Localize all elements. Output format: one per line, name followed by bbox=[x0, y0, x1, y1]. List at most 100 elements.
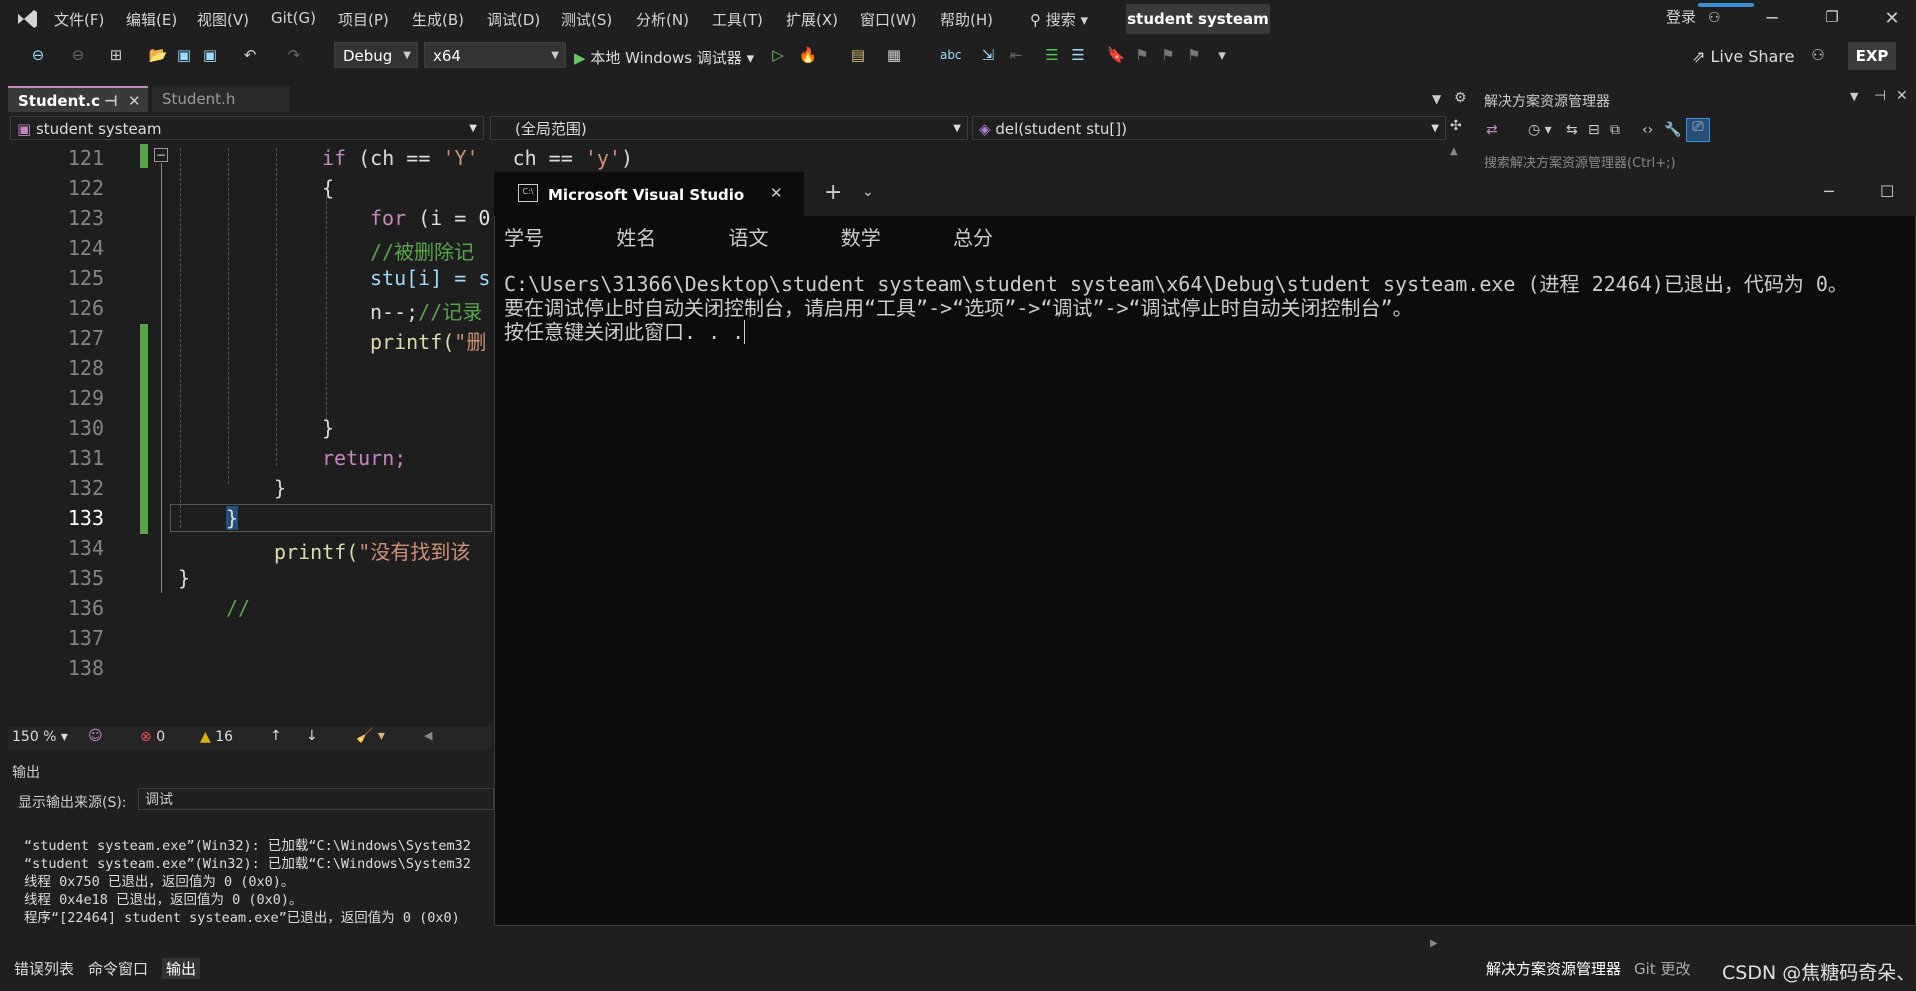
arrow-down-icon[interactable]: ↓ bbox=[306, 728, 318, 744]
forward-icon[interactable]: ⊖ bbox=[68, 46, 88, 64]
redo-icon[interactable]: ↷ bbox=[284, 46, 304, 64]
settings-icon[interactable]: ⚙ bbox=[1454, 90, 1467, 106]
scroll-up-icon[interactable]: ▲ bbox=[1450, 146, 1458, 157]
menu-help[interactable]: 帮助(H) bbox=[940, 9, 993, 30]
dropdown-icon[interactable]: ⌄ bbox=[862, 184, 874, 200]
close-tab-icon[interactable]: ✕ bbox=[128, 88, 141, 114]
browse-icon[interactable]: ▤ bbox=[848, 46, 868, 64]
menu-build[interactable]: 生成(B) bbox=[412, 9, 464, 30]
minimize-icon[interactable]: ─ bbox=[1824, 182, 1834, 201]
clear-bookmarks-icon[interactable]: ⚑ bbox=[1184, 46, 1204, 64]
console-tab[interactable]: C:\ Microsoft Visual Studio 调试控 ✕ bbox=[494, 172, 804, 216]
history-icon[interactable]: ◷ ▾ bbox=[1528, 122, 1552, 138]
menu-tools[interactable]: 工具(T) bbox=[712, 9, 763, 30]
line-number: 126 bbox=[67, 296, 104, 320]
menu-debug[interactable]: 调试(D) bbox=[487, 9, 540, 30]
menu-analyze[interactable]: 分析(N) bbox=[636, 9, 689, 30]
bookmark-icon[interactable]: 🔖 bbox=[1106, 46, 1126, 64]
step-icon[interactable]: ⇲ bbox=[978, 46, 998, 64]
menu-project[interactable]: 项目(P) bbox=[338, 9, 389, 30]
close-icon[interactable]: ✕ bbox=[1872, 8, 1912, 29]
warnings-indicator[interactable]: ▲ 16 bbox=[200, 729, 233, 745]
properties-icon[interactable]: 🔧 bbox=[1664, 122, 1681, 138]
function-dropdown[interactable]: ◈ del(student stu[]) ▼ bbox=[972, 116, 1446, 140]
account-icon[interactable]: ⚇ bbox=[1708, 10, 1721, 26]
live-share-button[interactable]: ⇗ Live Share bbox=[1692, 47, 1794, 66]
undo-icon[interactable]: ↶ bbox=[240, 46, 260, 64]
tab-solution-explorer[interactable]: 解决方案资源管理器 bbox=[1486, 958, 1621, 979]
restore-icon[interactable]: ❐ bbox=[1812, 8, 1852, 26]
menu-file[interactable]: 文件(F) bbox=[54, 9, 104, 30]
refresh-icon[interactable]: ⇆ bbox=[1566, 122, 1578, 138]
close-tab-icon[interactable]: ✕ bbox=[770, 184, 783, 202]
tab-output[interactable]: 输出 bbox=[162, 958, 201, 979]
function-icon: ◈ bbox=[979, 120, 996, 138]
config-dropdown[interactable]: Debug ▼ bbox=[334, 42, 418, 68]
start-without-debug-icon[interactable]: ▷ bbox=[768, 46, 788, 64]
tab-git-changes[interactable]: Git 更改 bbox=[1634, 958, 1690, 979]
menu-extensions[interactable]: 扩展(X) bbox=[786, 9, 838, 30]
scope-dropdown[interactable]: (全局范围) ▼ bbox=[490, 116, 968, 140]
search-button[interactable]: ⚲ 搜索 ▾ bbox=[1030, 9, 1088, 30]
code-line-126: n--;//记录 bbox=[370, 300, 483, 324]
pin-icon[interactable]: ⊣ bbox=[1874, 88, 1886, 104]
zoom-dropdown[interactable]: 150 % ▾ bbox=[12, 729, 68, 745]
step-over-icon[interactable]: ⇤ bbox=[1006, 46, 1026, 64]
preview-icon[interactable]: ⎚ bbox=[1686, 118, 1710, 142]
pin-icon[interactable]: ⊣ bbox=[104, 88, 118, 114]
back-icon[interactable]: ⊖ bbox=[28, 46, 48, 64]
exp-button[interactable]: EXP bbox=[1848, 42, 1896, 70]
tab-command-window[interactable]: 命令窗口 bbox=[88, 958, 148, 979]
open-folder-icon[interactable]: 📂 bbox=[148, 46, 168, 64]
scroll-right-icon[interactable]: ▶ bbox=[1430, 938, 1438, 949]
split-icon[interactable]: ✣ bbox=[1450, 118, 1462, 134]
menu-git[interactable]: Git(G) bbox=[271, 9, 316, 27]
indent-icon[interactable]: ☰ bbox=[1042, 46, 1062, 64]
scroll-left-icon[interactable]: ◀ bbox=[424, 729, 432, 742]
search-label: 搜索 bbox=[1045, 11, 1076, 29]
console-prompt-text: 按任意键关闭此窗口. . . bbox=[504, 320, 745, 344]
prev-bookmark-icon[interactable]: ⚑ bbox=[1132, 46, 1152, 64]
new-project-icon[interactable]: ⊞ bbox=[106, 46, 126, 64]
minimize-icon[interactable]: ─ bbox=[1752, 8, 1792, 29]
show-all-icon[interactable]: ⧉ bbox=[1610, 122, 1620, 138]
project-dropdown[interactable]: ▣ student systeam ▼ bbox=[10, 116, 484, 140]
tab-student-c[interactable]: Student.c ⊣ ✕ bbox=[8, 86, 148, 112]
cleanup-icon[interactable]: 🧹 ▾ bbox=[356, 728, 385, 744]
feedback-icon[interactable]: ⚇ bbox=[1808, 46, 1828, 64]
tab-error-list[interactable]: 错误列表 bbox=[14, 958, 74, 979]
hot-reload-icon[interactable]: 🔥 bbox=[798, 46, 818, 64]
next-bookmark-icon[interactable]: ⚑ bbox=[1158, 46, 1178, 64]
sync-icon[interactable]: ⇄ bbox=[1486, 122, 1498, 138]
menu-view[interactable]: 视图(V) bbox=[197, 9, 249, 30]
solution-search-input[interactable]: 搜索解决方案资源管理器(Ctrl+;) bbox=[1484, 152, 1676, 171]
spellcheck-icon[interactable]: abc bbox=[940, 46, 962, 64]
save-all-icon[interactable]: ▣ bbox=[200, 46, 220, 64]
login-link[interactable]: 登录 bbox=[1666, 6, 1696, 27]
tab-list-icon[interactable]: ▼ bbox=[1432, 92, 1441, 106]
output-hscrollbar[interactable] bbox=[8, 938, 1442, 952]
toolbar-overflow-icon[interactable]: ▾ bbox=[1212, 46, 1232, 64]
diagnostics-icon[interactable]: ▦ bbox=[884, 46, 904, 64]
collapse-all-icon[interactable]: ⊟ bbox=[1588, 122, 1600, 138]
line-number: 121 bbox=[67, 146, 104, 170]
new-tab-icon[interactable]: + bbox=[824, 180, 842, 205]
warning-icon: ▲ bbox=[200, 729, 216, 745]
chevron-down-icon[interactable]: ▼ bbox=[1850, 90, 1858, 103]
collapse-icon[interactable]: − bbox=[154, 148, 168, 162]
maximize-icon[interactable]: ☐ bbox=[1880, 182, 1894, 201]
platform-dropdown[interactable]: x64 ▼ bbox=[424, 42, 566, 68]
outdent-icon[interactable]: ☰ bbox=[1068, 46, 1088, 64]
output-source-dropdown[interactable]: 调试 bbox=[138, 788, 494, 810]
close-icon[interactable]: ✕ bbox=[1896, 88, 1908, 104]
run-debugger-button[interactable]: ▶ 本地 Windows 调试器 ▾ bbox=[574, 47, 754, 68]
menu-edit[interactable]: 编辑(E) bbox=[126, 9, 177, 30]
copilot-icon[interactable]: ☺ bbox=[88, 728, 103, 744]
tab-student-h[interactable]: Student.h bbox=[152, 86, 290, 112]
arrow-up-icon[interactable]: ↑ bbox=[270, 728, 282, 744]
menu-test[interactable]: 测试(S) bbox=[561, 9, 612, 30]
code-view-icon[interactable]: ‹› bbox=[1642, 122, 1653, 138]
errors-indicator[interactable]: ⊗ 0 bbox=[140, 729, 165, 745]
menu-window[interactable]: 窗口(W) bbox=[860, 9, 917, 30]
save-icon[interactable]: ▣ bbox=[174, 46, 194, 64]
